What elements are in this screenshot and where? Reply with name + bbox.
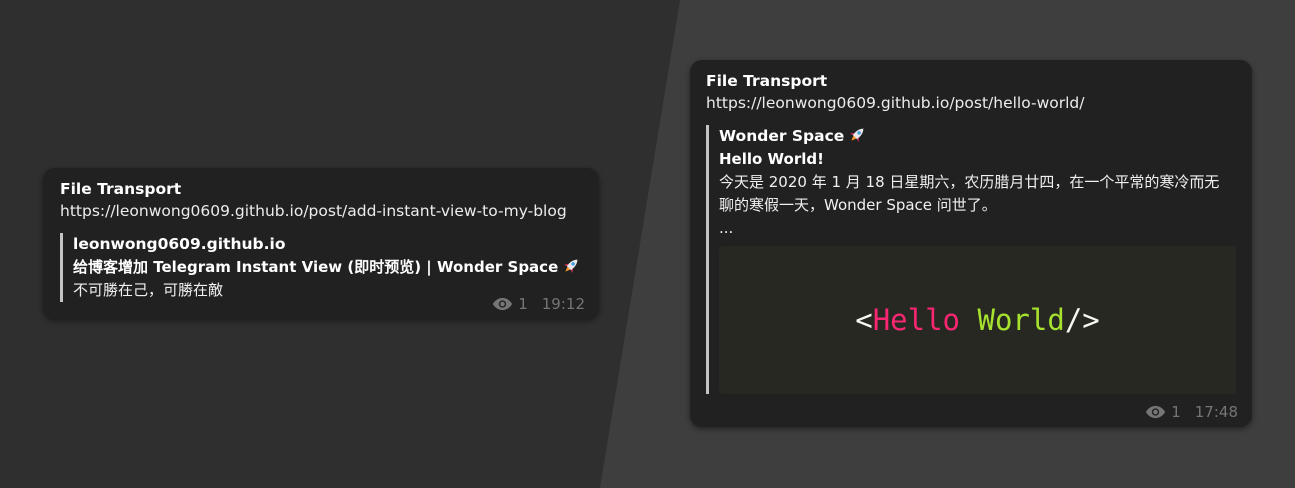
message-bubble[interactable]: File Transport https://leonwong0609.gith… [690, 60, 1252, 427]
message-bubble[interactable]: File Transport https://leonwong0609.gith… [43, 168, 599, 319]
eye-icon [493, 297, 513, 311]
sender-name[interactable]: File Transport [706, 70, 1236, 92]
message-link[interactable]: https://leonwong0609.github.io/post/hell… [706, 92, 1236, 114]
sender-name[interactable]: File Transport [60, 178, 582, 200]
code-attribute: World [977, 303, 1065, 337]
message-time: 19:12 [541, 295, 585, 313]
code-bracket-open: < [855, 303, 873, 337]
preview-title: 给博客增加 Telegram Instant View (即时预览) | Won… [73, 256, 582, 279]
rocket-icon [850, 128, 864, 143]
rocket-icon [564, 259, 578, 274]
code-bracket-close: /> [1064, 303, 1100, 337]
link-preview[interactable]: Wonder Space Hello World! 今天是 2020 年 1 月… [706, 125, 1236, 394]
preview-site-name: leonwong0609.github.io [73, 235, 286, 253]
preview-title-text: 给博客增加 Telegram Instant View (即时预览) | Won… [73, 258, 559, 276]
message-meta: 1 17:48 [1145, 403, 1238, 421]
link-preview[interactable]: leonwong0609.github.io 给博客增加 Telegram In… [60, 233, 582, 302]
message-meta: 1 19:12 [492, 295, 585, 313]
code-tag-name: Hello [872, 303, 961, 337]
preview-site-text: Wonder Space [719, 127, 845, 145]
preview-ellipsis: ... [719, 219, 734, 237]
preview-title: Hello World! [719, 150, 824, 168]
view-count: 1 [518, 295, 528, 313]
message-time: 17:48 [1194, 403, 1238, 421]
message-link[interactable]: https://leonwong0609.github.io/post/add-… [60, 200, 582, 222]
preview-site-name: Wonder Space [719, 125, 1236, 148]
preview-image[interactable]: < Hello World/> [719, 246, 1236, 394]
view-count: 1 [1171, 403, 1181, 421]
preview-description: 今天是 2020 年 1 月 18 日星期六，农历腊月廿四，在一个平常的寒冷而无… [719, 173, 1220, 214]
eye-icon [1146, 405, 1166, 419]
